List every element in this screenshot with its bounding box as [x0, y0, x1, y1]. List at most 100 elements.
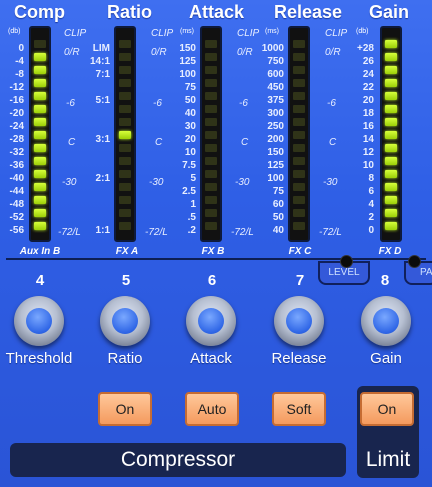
meter-led — [385, 92, 397, 100]
meter-led — [385, 105, 397, 113]
attack-unit: (ms) — [180, 28, 194, 35]
meter-led — [385, 170, 397, 178]
meter-led — [34, 131, 46, 139]
channel-aux-in-b: Aux In B — [19, 246, 61, 257]
meter-led — [385, 209, 397, 217]
meter-led — [293, 157, 305, 165]
meter-led — [385, 131, 397, 139]
minus6-label: -6 — [239, 98, 248, 109]
meter-led — [119, 222, 131, 230]
meter-led — [205, 222, 217, 230]
minus72-label: -72/L — [58, 227, 81, 238]
pa-tab[interactable]: PA — [404, 255, 432, 285]
gain-title: Gain — [369, 2, 410, 22]
c-label: C — [241, 137, 249, 148]
meter-led — [293, 209, 305, 217]
c-label: C — [329, 137, 337, 148]
meter-led — [293, 222, 305, 230]
auto-button[interactable]: Auto — [185, 392, 239, 426]
level-led-icon — [340, 255, 353, 268]
meter-led — [385, 222, 397, 230]
knob-number-8: 8 — [380, 272, 390, 289]
meter-led — [293, 144, 305, 152]
meter-led — [385, 53, 397, 61]
gain-meter — [380, 26, 402, 242]
meter-led — [34, 118, 46, 126]
channel-fx-c: FX C — [288, 246, 312, 257]
knob-number-7: 7 — [295, 272, 305, 289]
meter-led — [205, 131, 217, 139]
meter-led — [119, 105, 131, 113]
release-scale: 1000 750 600 450 375 300 250 200 150 125 100 7… — [261, 43, 284, 236]
meter-led — [34, 144, 46, 152]
meter-led — [205, 92, 217, 100]
clip-label: CLIP — [64, 28, 87, 39]
gain-unit: (db) — [356, 28, 369, 35]
pa-label: PA — [420, 267, 432, 278]
meter-led — [34, 105, 46, 113]
meter-led — [205, 105, 217, 113]
comp-title: Comp — [14, 2, 65, 22]
meter-led — [34, 53, 46, 61]
release-knob[interactable] — [274, 296, 324, 346]
ratio-label: Ratio — [107, 350, 143, 367]
minus6-label: -6 — [153, 98, 162, 109]
meter-led — [205, 157, 217, 165]
gain-label: Gain — [370, 350, 402, 367]
minus30-label: -30 — [149, 177, 164, 188]
level-tab[interactable]: LEVEL — [318, 255, 370, 285]
ratio-meter — [114, 26, 136, 242]
knob-number-5: 5 — [121, 272, 131, 289]
soft-button[interactable]: Soft — [272, 392, 326, 426]
meter-led — [34, 209, 46, 217]
meter-led — [205, 196, 217, 204]
meter-led — [385, 144, 397, 152]
minus6-label: -6 — [66, 98, 75, 109]
minus72-label: -72/L — [319, 227, 342, 238]
comp-unit: (db) — [8, 28, 21, 35]
meter-led — [34, 196, 46, 204]
ratio-scale: LIM 14:1 7:1 5:1 3:1 2:1 1:1 — [89, 43, 110, 236]
release-title: Release — [274, 2, 343, 22]
minus72-label: -72/L — [145, 227, 168, 238]
ratio-knob[interactable] — [100, 296, 150, 346]
pa-led-icon — [408, 255, 421, 268]
meter-led — [385, 40, 397, 48]
compressor-on-button[interactable]: On — [98, 392, 152, 426]
meter-led — [385, 66, 397, 74]
c-label: C — [155, 137, 163, 148]
compressor-label: Compressor — [120, 448, 236, 471]
meter-led — [293, 66, 305, 74]
gain-knob[interactable] — [361, 296, 411, 346]
release-unit: (ms) — [265, 28, 279, 35]
threshold-knob[interactable] — [14, 296, 64, 346]
channel-fx-a: FX A — [115, 246, 139, 257]
level-label: LEVEL — [328, 267, 360, 278]
meter-led — [119, 40, 131, 48]
meter-led — [119, 92, 131, 100]
meter-led — [293, 92, 305, 100]
meter-led — [205, 170, 217, 178]
meter-led — [293, 170, 305, 178]
release-label: Release — [271, 350, 327, 367]
meter-led — [205, 40, 217, 48]
limit-on-button[interactable]: On — [360, 392, 414, 426]
minus72-label: -72/L — [231, 227, 254, 238]
meter-led — [119, 144, 131, 152]
minus30-label: -30 — [235, 177, 250, 188]
knob-number-6: 6 — [207, 272, 217, 289]
ratio-title: Ratio — [107, 2, 152, 22]
gain-scale: +28 26 24 22 20 18 16 14 12 10 86 42 0 — [357, 43, 374, 236]
channel-fx-b: FX B — [201, 246, 225, 257]
attack-knob[interactable] — [186, 296, 236, 346]
attack-meter — [200, 26, 222, 242]
meter-led — [34, 222, 46, 230]
comp-meter — [29, 26, 51, 242]
meter-led — [385, 196, 397, 204]
attack-title: Attack — [189, 2, 245, 22]
limit-label: Limit — [365, 448, 411, 471]
meter-led — [293, 40, 305, 48]
meter-led — [34, 157, 46, 165]
meter-led — [119, 118, 131, 126]
meter-led — [293, 131, 305, 139]
